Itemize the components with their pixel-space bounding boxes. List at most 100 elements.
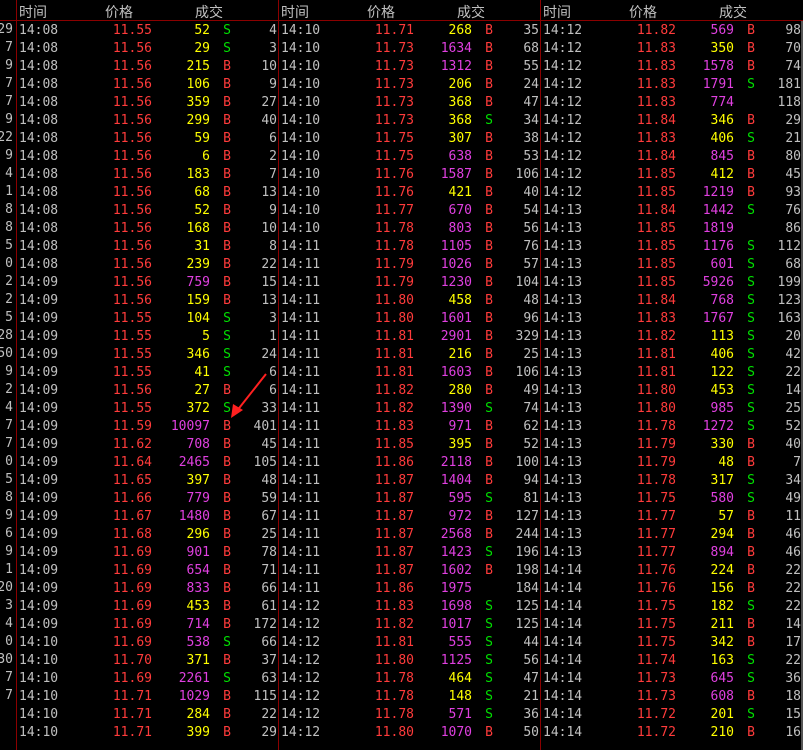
tick-volume: 453 (186, 599, 210, 614)
tick-price: 11.83 (636, 95, 676, 110)
tick-volume: 638 (448, 149, 472, 164)
tick-side: B (747, 635, 755, 650)
tick-count: 6 (269, 131, 277, 146)
tick-volume: 29 (194, 41, 210, 56)
tick-time: 14:13 (543, 491, 583, 506)
tick-side: B (747, 167, 755, 182)
tick-time: 14:12 (281, 725, 321, 740)
tick-time: 14:13 (543, 545, 583, 560)
tick-row: 14:09 11.59 10097 B 401 (17, 418, 279, 436)
tick-count: 53 (523, 149, 539, 164)
tick-side: B (223, 257, 231, 272)
tick-count: 20 (785, 329, 801, 344)
tick-row: 14:11 11.78 1105 B 76 (279, 238, 541, 256)
tick-row: 14:14 11.76 156 B 22 (541, 580, 803, 598)
tick-time: 14:12 (543, 185, 583, 200)
tick-count: 9 (269, 77, 277, 92)
tick-side: B (223, 275, 231, 290)
tick-side: S (223, 401, 231, 416)
tick-count: 56 (523, 221, 539, 236)
tick-count: 45 (785, 167, 801, 182)
tick-price: 11.73 (636, 689, 676, 704)
tick-time: 14:08 (19, 131, 59, 146)
tick-side: S (747, 599, 755, 614)
tick-side: S (485, 689, 493, 704)
tick-volume: 1070 (440, 725, 472, 740)
tick-side: S (747, 653, 755, 668)
tick-side: B (223, 563, 231, 578)
tick-volume: 41 (194, 365, 210, 380)
tick-price: 11.87 (374, 491, 414, 506)
tick-count: 25 (261, 527, 277, 542)
tick-price: 11.71 (112, 689, 152, 704)
cut-cell: 9 (5, 544, 13, 559)
tick-price: 11.81 (636, 365, 676, 380)
tick-time: 14:11 (281, 491, 321, 506)
tick-row: 14:10 11.71 1029 B 115 (17, 688, 279, 706)
tick-side: B (223, 383, 231, 398)
tick-price: 11.87 (374, 527, 414, 542)
tick-side: S (223, 671, 231, 686)
tick-volume: 1026 (440, 257, 472, 272)
tick-row: 14:13 11.85 5926 S 199 (541, 274, 803, 292)
tick-time: 14:08 (19, 257, 59, 272)
tick-row: 14:10 11.75 638 B 53 (279, 148, 541, 166)
tick-time: 14:11 (281, 419, 321, 434)
tick-row: 14:11 11.82 1390 S 74 (279, 400, 541, 418)
cut-cell: 6 (5, 526, 13, 541)
tick-time: 14:11 (281, 347, 321, 362)
tick-price: 11.81 (636, 347, 676, 362)
tick-time: 14:14 (543, 671, 583, 686)
tick-side: B (747, 149, 755, 164)
tick-row: 14:13 11.77 294 B 46 (541, 526, 803, 544)
tick-row: 14:13 11.80 985 S 25 (541, 400, 803, 418)
header-time-1: 时间 (19, 5, 47, 21)
tick-row: 14:09 11.55 41 S 6 (17, 364, 279, 382)
tick-row: 14:09 11.68 296 B 25 (17, 526, 279, 544)
tick-count: 4 (269, 23, 277, 38)
tick-time: 14:13 (543, 221, 583, 236)
tick-volume: 346 (710, 113, 734, 128)
tick-price: 11.56 (112, 221, 152, 236)
tick-price: 11.83 (374, 419, 414, 434)
tick-side: B (747, 185, 755, 200)
tick-count: 118 (777, 95, 801, 110)
header-time-3: 时间 (543, 5, 571, 21)
tick-side: B (223, 149, 231, 164)
tick-count: 198 (515, 563, 539, 578)
tick-side: B (485, 257, 493, 272)
tick-time: 14:10 (281, 221, 321, 236)
tick-price: 11.56 (112, 95, 152, 110)
tick-count: 49 (523, 383, 539, 398)
tick-price: 11.84 (636, 293, 676, 308)
tick-count: 67 (261, 509, 277, 524)
tick-count: 22 (261, 257, 277, 272)
tick-side: S (485, 617, 493, 632)
tick-row: 14:11 11.83 971 B 62 (279, 418, 541, 436)
tick-count: 29 (785, 113, 801, 128)
tick-volume: 163 (710, 653, 734, 668)
tick-price: 11.79 (374, 275, 414, 290)
tick-count: 70 (785, 41, 801, 56)
tick-volume: 608 (710, 689, 734, 704)
tick-side: B (747, 437, 755, 452)
tick-volume: 368 (448, 113, 472, 128)
tick-row: 14:11 11.80 458 B 48 (279, 292, 541, 310)
tick-side: B (223, 167, 231, 182)
tick-volume: 1125 (440, 653, 472, 668)
tick-time: 14:12 (543, 113, 583, 128)
tick-row: 14:12 11.78 148 S 21 (279, 688, 541, 706)
tick-price: 11.55 (112, 311, 152, 326)
tick-row: 14:09 11.64 2465 B 105 (17, 454, 279, 472)
tick-row: 14:08 11.56 31 B 8 (17, 238, 279, 256)
tick-time: 14:11 (281, 545, 321, 560)
tick-side: S (747, 257, 755, 272)
tick-volume: 458 (448, 293, 472, 308)
tick-side: B (485, 185, 493, 200)
tick-price: 11.84 (636, 113, 676, 128)
tick-time: 14:12 (543, 23, 583, 38)
tick-row: 14:12 11.82 569 B 98 (541, 22, 803, 40)
tick-volume: 1442 (702, 203, 734, 218)
tick-price: 11.76 (374, 185, 414, 200)
tick-count: 329 (515, 329, 539, 344)
